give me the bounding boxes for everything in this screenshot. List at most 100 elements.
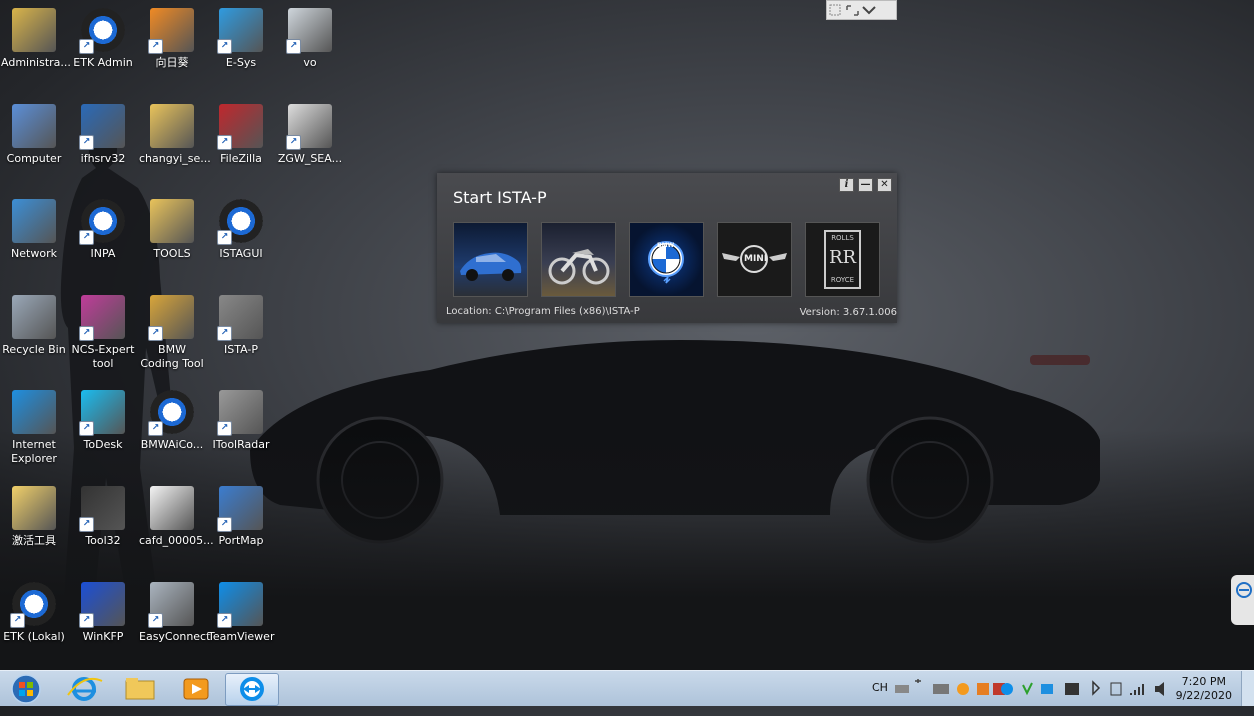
shortcut-arrow-icon: ↗	[148, 325, 163, 341]
show-desktop-button[interactable]	[1241, 671, 1254, 706]
vo-icon: ↗	[286, 8, 332, 54]
clock-time: 7:20 PM	[1181, 675, 1226, 688]
desktop-icon[interactable]: ↗ PortMap	[206, 480, 276, 548]
shortcut-arrow-icon: ↗	[217, 517, 232, 532]
ista-p-start-dialog: Start ISTA-P i — ✕ BMW MINI ROLLS RR ROY…	[437, 173, 897, 323]
desktop-icon[interactable]: cafd_00005...	[137, 480, 214, 548]
computer-icon	[12, 103, 56, 148]
start-button[interactable]	[4, 673, 56, 704]
shortcut-arrow-icon: ↗	[217, 421, 232, 437]
todesk-icon: ↗	[79, 390, 125, 437]
desktop-icon[interactable]: Computer	[0, 98, 69, 166]
shortcut-arrow-icon: ↗	[79, 39, 94, 54]
desktop-icon-label: ETK (Lokal)	[3, 629, 65, 643]
desktop-icon[interactable]: ↗ IToolRadar	[206, 384, 276, 452]
desktop-icon[interactable]: ↗ ETK (Lokal)	[0, 576, 69, 644]
shortcut-arrow-icon: ↗	[79, 230, 94, 246]
internet-explorer-icon	[12, 390, 56, 435]
desktop-icon[interactable]: ↗ ETK Admin	[68, 2, 138, 70]
minimize-button[interactable]: —	[858, 178, 873, 192]
bmw-inpa-icon: ↗	[79, 199, 125, 246]
desktop-icon[interactable]: ↗ E-Sys	[206, 2, 276, 70]
brand-mini-button[interactable]: MINI	[717, 222, 792, 297]
desktop-icon[interactable]: TOOLS	[137, 193, 207, 261]
desktop-icon[interactable]: ↗ NCS-Expert tool	[68, 289, 138, 371]
close-button[interactable]: ✕	[877, 178, 892, 192]
desktop-icon[interactable]: ↗ ISTA-P	[206, 289, 276, 357]
desktop-icon-label: Administra...	[1, 56, 71, 69]
desktop-icon[interactable]: Administra...	[0, 2, 71, 70]
desktop-icon-label: ETK Admin	[73, 56, 133, 69]
desktop-icon[interactable]: Internet Explorer	[0, 384, 69, 466]
desktop-icon-label: vo	[303, 56, 317, 69]
desktop-icon[interactable]: changyi_se...	[137, 98, 211, 166]
shortcut-arrow-icon: ↗	[79, 325, 94, 341]
network-server-icon: ↗	[79, 103, 125, 150]
desktop-icon-label: ifhsrv32	[80, 151, 126, 165]
desktop-icon[interactable]: ↗ EasyConnect	[137, 576, 210, 644]
taskbar-teamviewer[interactable]	[225, 673, 279, 706]
desktop-icon[interactable]: ↗ ifhsrv32	[68, 98, 138, 166]
desktop-icon-label: INPA	[90, 247, 116, 261]
desktop-icon[interactable]: ↗ ZGW_SEA...	[275, 98, 345, 166]
desktop-icon[interactable]: ↗ vo	[275, 2, 345, 70]
media-player-icon	[183, 678, 209, 700]
desktop-icon[interactable]: Recycle Bin	[0, 289, 69, 357]
brand-bmw-car-button[interactable]	[453, 222, 528, 297]
taskbar-media-player[interactable]	[170, 673, 222, 704]
desktop-icon[interactable]: ↗ TeamViewer	[206, 576, 276, 644]
folder-icon	[150, 199, 194, 244]
desktop-icon-label: WinKFP	[82, 629, 124, 643]
folder-icon	[150, 103, 194, 148]
desktop-icon-label: NCS-Expert tool	[71, 342, 135, 370]
dialog-title: Start ISTA-P	[453, 188, 547, 207]
desktop-icon[interactable]: ↗ BMWAiCo...	[137, 384, 207, 452]
bmw-logo-icon: ↗	[217, 199, 263, 246]
desktop-icon[interactable]: Network	[0, 193, 69, 261]
side-panel-tab[interactable]	[1231, 575, 1254, 625]
desktop-icon-label: changyi_se...	[139, 151, 211, 165]
rr-top-label: ROLLS	[831, 234, 854, 242]
brand-bmw-i-button[interactable]: BMW	[629, 222, 704, 297]
bmw-etk-icon: ↗	[79, 8, 125, 54]
brand-bmw-motorrad-button[interactable]	[541, 222, 616, 297]
clock-date: 9/22/2020	[1175, 689, 1232, 702]
brand-rolls-royce-button[interactable]: ROLLS RR ROYCE	[805, 222, 880, 297]
desktop-icon[interactable]: ↗ Tool32	[68, 480, 138, 548]
taskbar-internet-explorer[interactable]	[58, 673, 110, 704]
mini-label: MINI	[744, 254, 768, 264]
portmap-icon: ↗	[217, 486, 263, 532]
install-location: Location: C:\Program Files (x86)\ISTA-P	[446, 306, 640, 317]
bmw-i-logo-icon	[648, 241, 684, 284]
desktop-icon-label: cafd_00005...	[139, 534, 214, 547]
esys-icon: ↗	[217, 8, 263, 54]
language-indicator[interactable]: CH	[872, 681, 888, 716]
desktop-icon[interactable]: 激活工具	[0, 480, 69, 548]
desktop-icon[interactable]: ↗ 向日葵	[137, 2, 207, 70]
desktop-icon[interactable]: ↗ INPA	[68, 193, 138, 261]
shortcut-arrow-icon: ↗	[286, 134, 301, 150]
shortcut-arrow-icon: ↗	[148, 39, 163, 54]
system-tray-icons[interactable]	[893, 671, 1173, 706]
info-button[interactable]: i	[839, 178, 854, 192]
teamviewer-side-icon	[1236, 582, 1252, 598]
network-globe-icon	[12, 199, 56, 244]
desktop-icon[interactable]: ↗ BMW Coding Tool	[137, 289, 207, 371]
desktop-icon-label: TOOLS	[153, 247, 191, 261]
shortcut-arrow-icon: ↗	[217, 230, 232, 246]
desktop-icon-label: E-Sys	[225, 56, 257, 69]
shortcut-arrow-icon: ↗	[217, 39, 232, 54]
system-clock[interactable]: 7:20 PM 9/22/2020	[1176, 675, 1232, 703]
version-label: Version: 3.67.1.006	[799, 307, 897, 318]
remote-toolbar[interactable]	[826, 0, 897, 20]
desktop-icon[interactable]: ↗ ISTAGUI	[206, 193, 276, 261]
shortcut-arrow-icon: ↗	[217, 612, 232, 628]
file-icon	[150, 486, 194, 530]
shortcut-arrow-icon: ↗	[79, 421, 94, 437]
shortcut-arrow-icon: ↗	[217, 134, 232, 150]
desktop-icon[interactable]: ↗ WinKFP	[68, 576, 138, 644]
taskbar-file-explorer[interactable]	[114, 673, 166, 704]
desktop-icon[interactable]: ↗ ToDesk	[68, 384, 138, 452]
desktop-icon[interactable]: ↗ FileZilla	[206, 98, 276, 166]
bmw-etk-icon: ↗	[10, 581, 56, 628]
